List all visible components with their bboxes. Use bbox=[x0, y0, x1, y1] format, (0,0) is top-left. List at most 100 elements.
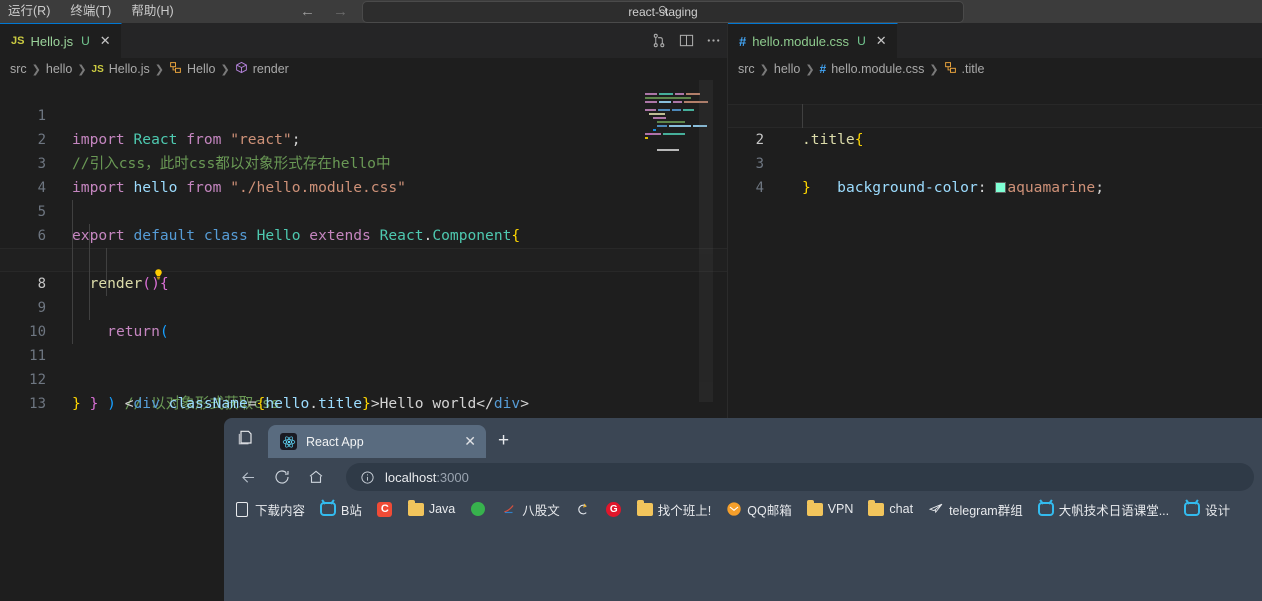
bookmark-item[interactable]: G bbox=[600, 499, 628, 519]
arrow-right-icon[interactable]: → bbox=[333, 4, 348, 19]
bilibili-icon bbox=[1184, 501, 1201, 517]
code-line-active[interactable]: 8 // 以对象形式获取css bbox=[0, 248, 727, 412]
split-editor-right-icon[interactable] bbox=[679, 33, 694, 48]
folder-icon bbox=[868, 499, 885, 517]
menu-run[interactable]: 运行(R) bbox=[6, 0, 52, 23]
tabbar-left: JS Hello.js U ✕ bbox=[0, 23, 727, 58]
more-actions-icon[interactable] bbox=[706, 33, 721, 48]
command-center-search[interactable]: react-staging bbox=[362, 1, 964, 23]
quick-fix-lightbulb-icon[interactable] bbox=[74, 251, 163, 280]
document-icon bbox=[234, 501, 250, 517]
code-line[interactable]: 12 } bbox=[0, 344, 727, 412]
code-line[interactable]: 11 } bbox=[0, 320, 727, 412]
code-line[interactable]: 5 export default class Hello extends Rea… bbox=[0, 176, 727, 244]
close-icon[interactable]: ✕ bbox=[100, 33, 111, 49]
breadcrumb-right: src ❯ hello ❯ # hello.module.css ❯ .titl… bbox=[728, 58, 1262, 80]
new-tab-button[interactable]: + bbox=[498, 430, 509, 458]
bookmark-item[interactable]: 下载内容 bbox=[228, 498, 311, 521]
breadcrumb-item-src[interactable]: src bbox=[738, 62, 755, 76]
bookmark-item[interactable]: telegram群组 bbox=[922, 498, 1029, 521]
tab-hello-module-css[interactable]: # hello.module.css U ✕ bbox=[728, 23, 898, 58]
vscode-titlebar: 运行(R) 终端(T) 帮助(H) ← → react-staging bbox=[0, 0, 1262, 23]
menu-terminal[interactable]: 终端(T) bbox=[68, 0, 113, 23]
code-line[interactable]: 4 bbox=[728, 152, 1262, 196]
bookmark-label: chat bbox=[889, 502, 914, 516]
tab-hello-js[interactable]: JS Hello.js U ✕ bbox=[0, 23, 122, 58]
bookmark-item[interactable]: QQ邮箱 bbox=[720, 498, 797, 521]
bookmark-item[interactable]: 八股文 bbox=[495, 498, 566, 521]
chevron-right-icon: ❯ bbox=[220, 63, 230, 76]
tabbar-right: # hello.module.css U ✕ bbox=[728, 23, 1262, 58]
minimap-slider[interactable] bbox=[699, 80, 713, 402]
bookmark-item[interactable] bbox=[569, 499, 597, 519]
code-line[interactable]: 1 import React from "react"; bbox=[0, 80, 727, 148]
bookmark-item[interactable]: 设计 bbox=[1178, 498, 1236, 521]
indent-guide bbox=[72, 248, 73, 272]
bookmark-item[interactable] bbox=[464, 499, 492, 519]
reload-icon[interactable] bbox=[266, 462, 298, 492]
telegram-icon bbox=[928, 501, 944, 517]
breadcrumb-item-class[interactable]: Hello bbox=[187, 62, 216, 76]
code-line[interactable]: 3 import hello from "./hello.module.css" bbox=[0, 128, 727, 196]
line-content: background-color: aquamarine; bbox=[837, 179, 1104, 196]
indent-guide bbox=[72, 320, 73, 344]
tabbar-actions-left bbox=[652, 23, 721, 58]
bookmark-item[interactable]: VPN bbox=[801, 499, 860, 519]
code-line[interactable]: 9 <div className={hello.title}>Hello wor… bbox=[0, 272, 727, 412]
css-file-icon: # bbox=[739, 33, 747, 49]
menu-help[interactable]: 帮助(H) bbox=[129, 0, 175, 23]
tab-search-icon[interactable] bbox=[224, 418, 268, 458]
browser-tabstrip: React App ✕ + bbox=[224, 418, 1262, 458]
bookmark-item[interactable]: C bbox=[371, 499, 399, 519]
gitee-icon: G bbox=[606, 501, 622, 517]
browser-window: React App ✕ + localhost:3000 下载内容 B站 C J… bbox=[224, 418, 1262, 601]
breadcrumb-item-rule[interactable]: .title bbox=[962, 62, 985, 76]
bookmark-item[interactable]: Java bbox=[402, 499, 461, 519]
split-editor-down-icon[interactable] bbox=[652, 33, 667, 48]
code-line[interactable]: 1 .title{ bbox=[728, 80, 1262, 148]
home-icon[interactable] bbox=[300, 462, 332, 492]
code-line[interactable]: 6 render(){ bbox=[0, 200, 727, 292]
close-icon[interactable]: ✕ bbox=[876, 33, 887, 49]
bookmark-item[interactable]: 大帆技术日语课堂... bbox=[1032, 498, 1175, 521]
chevron-right-icon: ❯ bbox=[805, 63, 815, 76]
bookmark-item[interactable]: 找个班上! bbox=[631, 498, 717, 521]
color-swatch[interactable] bbox=[995, 182, 1007, 193]
back-arrow-icon[interactable] bbox=[232, 462, 264, 492]
browser-toolbar: localhost:3000 bbox=[224, 458, 1262, 496]
bookmark-label: 下载内容 bbox=[255, 503, 306, 518]
site-info-icon[interactable] bbox=[360, 470, 375, 485]
arrow-left-icon[interactable]: ← bbox=[300, 4, 315, 19]
method-symbol-icon bbox=[235, 61, 248, 77]
js-file-icon: JS bbox=[91, 63, 104, 75]
breadcrumb-item-hello[interactable]: hello bbox=[774, 62, 800, 76]
titlebar-navigation: ← → bbox=[300, 0, 348, 23]
breadcrumb-item-file[interactable]: Hello.js bbox=[109, 62, 150, 76]
code-line[interactable]: 10 ) bbox=[0, 296, 727, 412]
bookmark-item[interactable]: B站 bbox=[314, 498, 368, 521]
address-bar[interactable]: localhost:3000 bbox=[346, 463, 1254, 491]
chevron-right-icon: ❯ bbox=[77, 63, 87, 76]
bookmark-item[interactable]: chat bbox=[862, 499, 919, 519]
code-line[interactable]: 3 } bbox=[728, 128, 1262, 196]
indent-guide bbox=[89, 272, 90, 296]
code-line-active[interactable]: 2 background-color: aquamarine; bbox=[728, 104, 1262, 196]
code-line[interactable]: 2 //引入css，此时css都以对象形式存在hello中 bbox=[0, 104, 727, 172]
breadcrumb-item-method[interactable]: render bbox=[253, 62, 289, 76]
indent-guide bbox=[89, 296, 90, 320]
c-tool-icon bbox=[575, 501, 591, 517]
breadcrumb-item-src[interactable]: src bbox=[10, 62, 27, 76]
yuque-icon bbox=[501, 501, 517, 517]
breadcrumb-item-hello[interactable]: hello bbox=[46, 62, 72, 76]
bookmark-label: 找个班上! bbox=[657, 503, 712, 518]
address-bar-value: localhost:3000 bbox=[385, 470, 469, 485]
code-line[interactable]: 4 bbox=[0, 152, 727, 196]
bilibili-icon bbox=[1037, 501, 1054, 517]
minimap[interactable] bbox=[645, 80, 713, 424]
tab-label: Hello.js bbox=[30, 33, 74, 49]
browser-tab-react-app[interactable]: React App ✕ bbox=[268, 425, 486, 458]
code-line[interactable]: 13 bbox=[0, 368, 727, 412]
code-line[interactable]: 7 return( bbox=[0, 224, 727, 340]
close-icon[interactable]: ✕ bbox=[464, 433, 476, 450]
breadcrumb-item-file[interactable]: hello.module.css bbox=[831, 62, 924, 76]
